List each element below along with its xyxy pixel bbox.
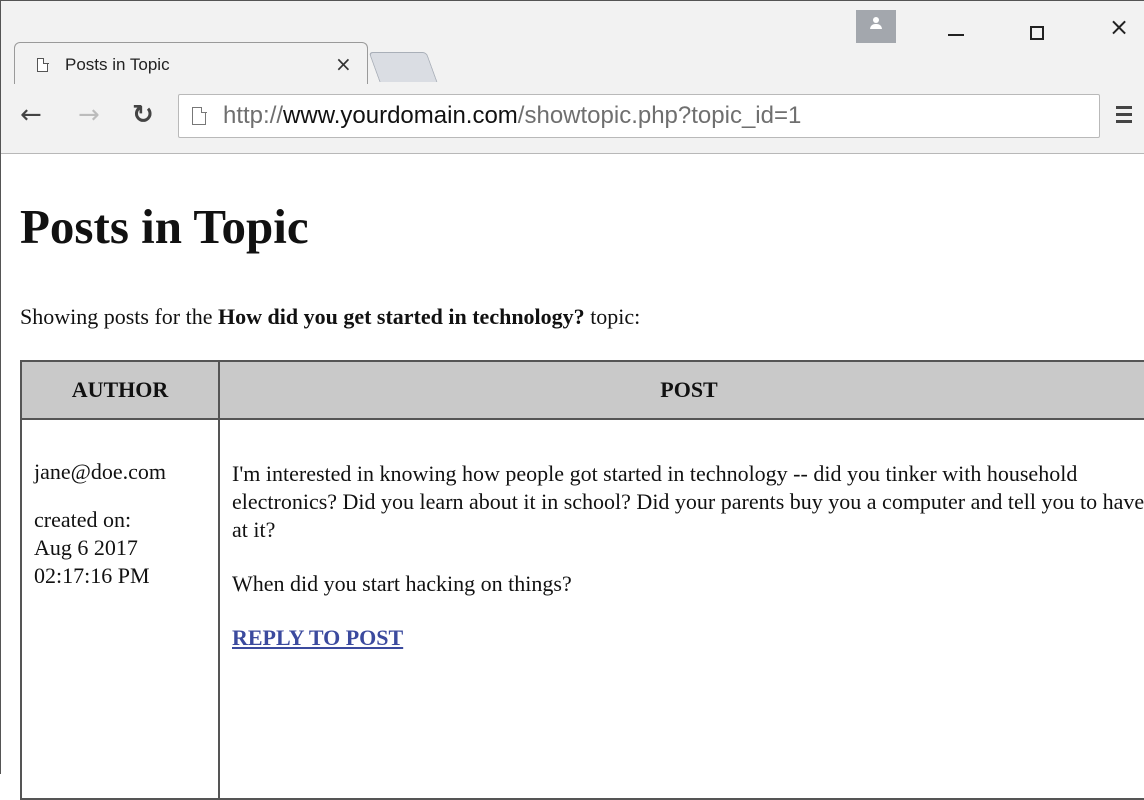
post-paragraph: When did you start hacking on things? (232, 571, 572, 596)
url-text[interactable]: http://www.yourdomain.com/showtopic.php?… (223, 102, 801, 130)
intro-prefix: Showing posts for the (20, 304, 218, 329)
page-title: Posts in Topic (20, 199, 309, 254)
minimize-icon (948, 34, 964, 36)
table-row: jane@doe.com created on: Aug 6 2017 02:1… (20, 418, 1144, 800)
intro-suffix: topic: (584, 304, 641, 329)
address-bar[interactable]: http://www.yourdomain.com/showtopic.php?… (178, 94, 1100, 138)
profile-button[interactable] (856, 10, 896, 43)
url-path: /showtopic.php?topic_id=1 (517, 102, 802, 129)
author-column-header: AUTHOR (20, 360, 220, 420)
posts-table: AUTHOR POST jane@doe.com created on: Aug… (20, 360, 1144, 800)
created-time: 02:17:16 PM (34, 563, 150, 588)
tab-title: Posts in Topic (65, 55, 170, 74)
browser-toolbar: ← → ↻ http://www.yourdomain.com/showtopi… (0, 84, 1144, 154)
created-date: Aug 6 2017 (34, 535, 138, 560)
author-email: jane@doe.com (34, 459, 167, 484)
url-host: www.yourdomain.com (283, 102, 518, 129)
post-column-header: POST (218, 360, 1144, 420)
close-window-button[interactable]: × (1096, 10, 1142, 44)
tab-close-icon[interactable]: × (335, 52, 352, 76)
topic-intro: Showing posts for the How did you get st… (20, 304, 640, 330)
created-label: created on: (34, 507, 132, 532)
topic-title: How did you get started in technology? (218, 304, 585, 329)
reply-to-post-link[interactable]: REPLY TO POST (232, 625, 403, 650)
back-arrow-icon[interactable]: ← (20, 100, 42, 130)
profile-icon (873, 17, 879, 23)
page-icon (192, 106, 207, 125)
post-cell: I'm interested in knowing how people got… (218, 418, 1144, 800)
browser-titlebar: Posts in Topic × × (0, 0, 1144, 88)
post-paragraph: I'm interested in knowing how people got… (232, 461, 1144, 542)
table-header-row: AUTHOR POST (20, 360, 1144, 420)
menu-icon[interactable] (1116, 106, 1132, 126)
url-scheme: http:// (223, 102, 284, 129)
page-icon (37, 58, 48, 72)
reload-icon[interactable]: ↻ (132, 100, 154, 130)
author-cell: jane@doe.com created on: Aug 6 2017 02:1… (20, 418, 220, 800)
close-icon: × (1108, 13, 1130, 41)
maximize-icon (1030, 26, 1044, 40)
maximize-button[interactable] (1014, 10, 1060, 44)
new-tab-button[interactable] (368, 52, 438, 82)
minimize-button[interactable] (932, 10, 978, 44)
tab-posts-in-topic[interactable]: Posts in Topic × (14, 42, 368, 88)
forward-arrow-icon[interactable]: → (78, 100, 100, 130)
